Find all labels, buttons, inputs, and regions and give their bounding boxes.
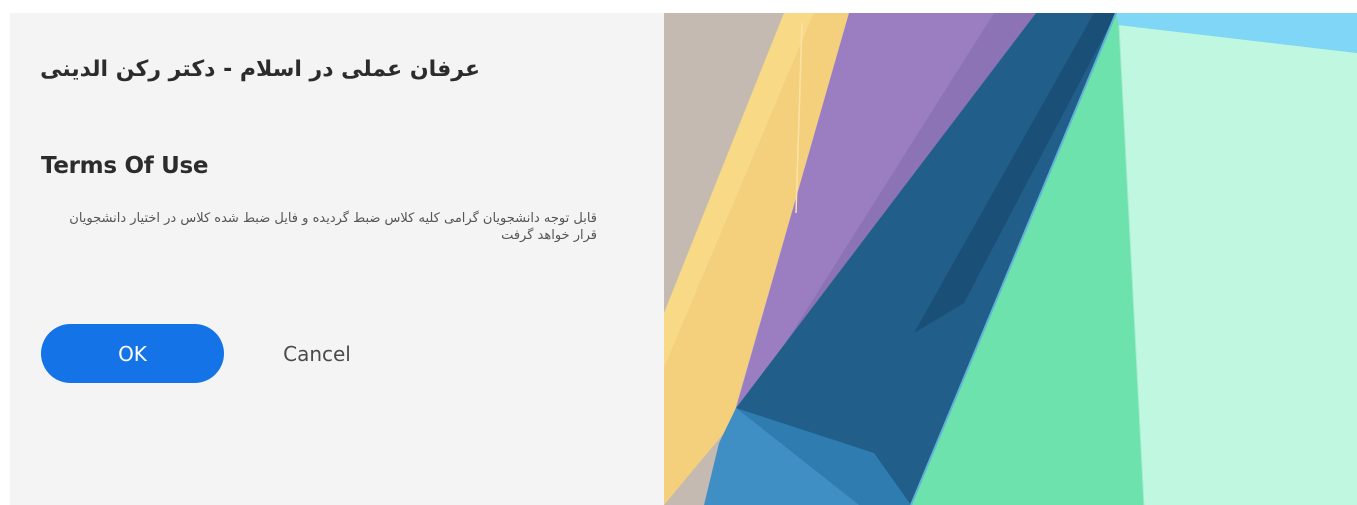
terms-heading: Terms Of Use bbox=[41, 153, 209, 179]
room-title: عرفان عملی در اسلام - دکتر رکن الدینی bbox=[40, 57, 480, 82]
geometric-illustration bbox=[664, 13, 1357, 505]
terms-of-use-dialog: عرفان عملی در اسلام - دکتر رکن الدینی Te… bbox=[10, 13, 1357, 505]
cancel-button[interactable]: Cancel bbox=[272, 324, 362, 383]
ok-button[interactable]: OK bbox=[41, 324, 224, 383]
terms-body-text: قابل توجه دانشجویان گرامی کلیه کلاس ضبط … bbox=[69, 211, 597, 243]
decorative-artwork bbox=[664, 13, 1357, 505]
dialog-content-panel: عرفان عملی در اسلام - دکتر رکن الدینی Te… bbox=[10, 13, 664, 505]
